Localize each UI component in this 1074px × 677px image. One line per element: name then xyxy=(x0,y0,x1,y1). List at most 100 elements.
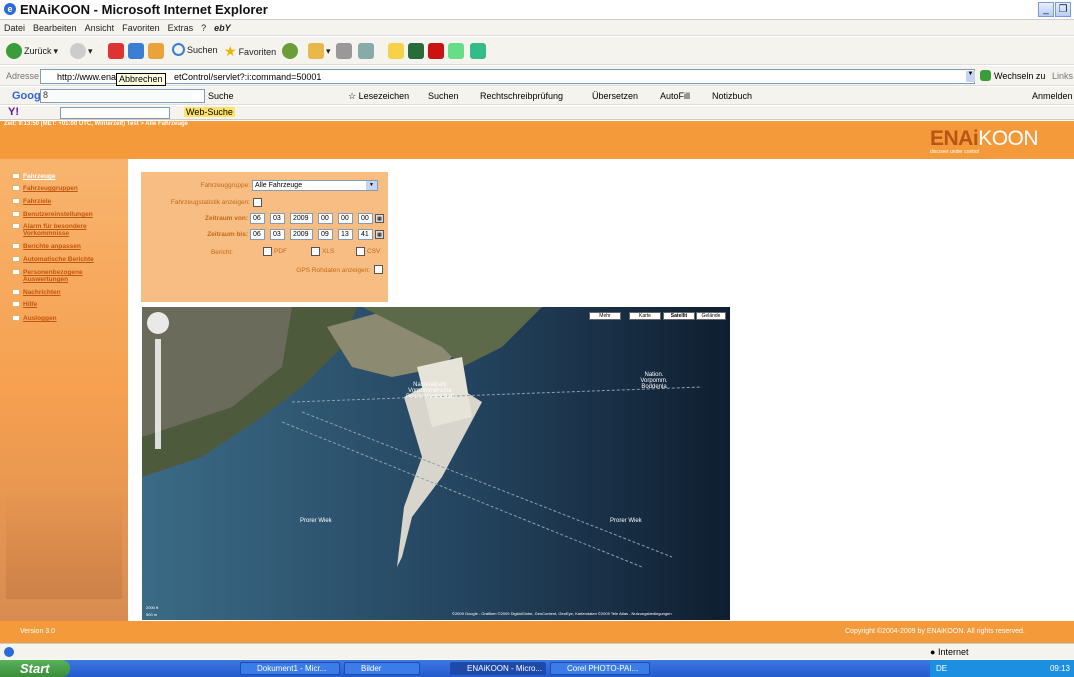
home-button[interactable] xyxy=(148,43,164,59)
pdf-label: PDF xyxy=(274,248,287,255)
to-second-input[interactable]: 41 xyxy=(358,229,373,240)
folder-icon xyxy=(12,173,20,179)
task-corel[interactable]: Corel PHOTO-PAI... xyxy=(550,662,650,675)
map-satellit-button[interactable]: Satellit xyxy=(663,312,695,320)
pdf-checkbox[interactable] xyxy=(263,247,272,256)
folder-icon xyxy=(12,198,20,204)
history-button[interactable] xyxy=(282,43,298,59)
start-button[interactable]: Start xyxy=(0,660,70,677)
from-second-input[interactable]: 00 xyxy=(358,213,373,224)
links-label[interactable]: Links xyxy=(1052,71,1073,81)
map-gelande-button[interactable]: Gelände xyxy=(696,312,726,320)
go-button[interactable]: Wechseln zu xyxy=(980,70,1045,81)
back-button[interactable]: Zurück ▾ xyxy=(6,43,58,59)
gps-checkbox[interactable] xyxy=(374,265,383,274)
google-search-button[interactable]: Suche xyxy=(208,91,234,101)
to-calendar-icon[interactable]: ▦ xyxy=(375,230,384,239)
google-search-input[interactable]: 8 xyxy=(40,89,205,103)
task-enaikoon[interactable]: ENAiKOON - Micro... xyxy=(450,662,546,675)
mail-button[interactable]: ▾ xyxy=(308,43,331,59)
gps-label: GPS Rohdaten anzeigen: xyxy=(296,267,370,274)
websearch-button[interactable]: Web-Suche xyxy=(184,107,235,117)
address-dropdown-button[interactable]: ▼ xyxy=(966,71,975,82)
toolbar: Zurück ▾ ▾ Suchen ★ Favoriten ▾ xyxy=(0,37,1074,65)
sidebar-item-personenbezogene[interactable]: Personenbezogene Auswertungen xyxy=(12,269,102,283)
to-month-input[interactable]: 03 xyxy=(270,229,285,240)
favorites-button[interactable]: ★ Favoriten xyxy=(224,43,276,60)
people-icon xyxy=(470,43,486,59)
printer-icon xyxy=(336,43,352,59)
menu-datei[interactable]: Datei xyxy=(0,20,29,33)
menu-favoriten[interactable]: Favoriten xyxy=(118,20,164,33)
pdf-button[interactable] xyxy=(428,43,444,59)
stats-checkbox[interactable] xyxy=(253,198,262,207)
from-day-input[interactable]: 06 xyxy=(250,213,265,224)
sidebar-item-fahrzeuge[interactable]: Fahrzeuge xyxy=(12,173,56,180)
from-calendar-icon[interactable]: ▦ xyxy=(375,214,384,223)
satellite-map[interactable]: Mehr Karte Satellit Gelände Nationalpark… xyxy=(142,307,730,620)
timestamp-breadcrumb: Zeit: 9:13:50 (MET: +01:00 UTC, Winterze… xyxy=(4,121,188,127)
csv-checkbox[interactable] xyxy=(356,247,365,256)
map-more-button[interactable]: Mehr xyxy=(589,312,621,320)
bookmarks-button[interactable]: ☆ Lesezeichen xyxy=(348,91,409,102)
sidebar-item-fahrzeuggruppen[interactable]: Fahrzeuggruppen xyxy=(12,185,78,192)
group-select[interactable]: Alle Fahrzeuge ▼ xyxy=(252,180,378,191)
yahoo-toolbar: Y! Web-Suche xyxy=(0,106,1074,120)
to-hour-input[interactable]: 09 xyxy=(318,229,333,240)
refresh-icon xyxy=(128,43,144,59)
sidebar-item-alarm[interactable]: Alarm für besondere Vorkommnisse xyxy=(12,223,112,237)
notes-toolbar-button[interactable] xyxy=(388,43,404,59)
zoom-slider[interactable] xyxy=(155,339,161,449)
to-label: Zeitraum bis: xyxy=(207,231,248,238)
from-minute-input[interactable]: 00 xyxy=(338,213,353,224)
task-dokument1[interactable]: Dokument1 - Micr... xyxy=(240,662,340,675)
system-tray: DE 09:13 xyxy=(930,660,1074,677)
pdf-icon xyxy=(428,43,444,59)
xls-checkbox[interactable] xyxy=(311,247,320,256)
go-arrow-icon xyxy=(980,70,991,81)
sidebar-item-automatische-berichte[interactable]: Automatische Berichte xyxy=(12,256,94,263)
messenger-button[interactable] xyxy=(448,43,464,59)
spellcheck-button[interactable]: Rechtschreibprüfung xyxy=(480,91,563,101)
google-search2-button[interactable]: Suchen xyxy=(428,91,459,101)
sidebar-item-hilfe[interactable]: Hilfe xyxy=(12,301,37,308)
menu-extras[interactable]: Extras xyxy=(164,20,198,33)
minimize-button[interactable]: _ xyxy=(1038,2,1054,17)
from-hour-input[interactable]: 00 xyxy=(318,213,333,224)
menu-ansicht[interactable]: Ansicht xyxy=(81,20,119,33)
maximize-button[interactable]: ❐ xyxy=(1055,2,1071,17)
to-year-input[interactable]: 2009 xyxy=(290,229,313,240)
notebook-button[interactable]: Notizbuch xyxy=(712,91,752,101)
menu-bearbeiten[interactable]: Bearbeiten xyxy=(29,20,81,33)
refresh-button[interactable] xyxy=(128,43,144,59)
sidebar-item-ausloggen[interactable]: Ausloggen xyxy=(12,315,57,322)
edit-button[interactable] xyxy=(358,43,374,59)
address-input[interactable]: http://www.ena etControl/servlet?:i:comma… xyxy=(40,69,975,84)
language-indicator[interactable]: DE xyxy=(936,664,947,673)
signin-button[interactable]: Anmelden xyxy=(1032,91,1073,101)
sidebar-item-benutzereinstellungen[interactable]: Benutzereinstellungen xyxy=(12,211,93,218)
to-day-input[interactable]: 06 xyxy=(250,229,265,240)
yahoo-search-input[interactable] xyxy=(60,107,170,119)
kaspersky-button[interactable] xyxy=(408,43,424,59)
from-month-input[interactable]: 03 xyxy=(270,213,285,224)
people-button[interactable] xyxy=(470,43,486,59)
sidebar-item-berichte-anpassen[interactable]: Berichte anpassen xyxy=(12,243,81,250)
task-bilder[interactable]: Bilder xyxy=(344,662,420,675)
forward-button[interactable]: ▾ xyxy=(70,43,93,59)
search-button[interactable]: Suchen xyxy=(172,43,218,56)
map-karte-button[interactable]: Karte xyxy=(629,312,661,320)
translate-button[interactable]: Übersetzen xyxy=(592,91,638,101)
pan-control[interactable] xyxy=(147,312,169,334)
taskbar: Start Dokument1 - Micr... Bilder ENAiKOO… xyxy=(0,660,1074,677)
k-icon xyxy=(408,43,424,59)
sidebar-item-fahrziele[interactable]: Fahrziele xyxy=(12,198,51,205)
to-minute-input[interactable]: 13 xyxy=(338,229,353,240)
autofill-button[interactable]: AutoFill xyxy=(660,91,690,101)
print-button[interactable] xyxy=(336,43,352,59)
sidebar-item-nachrichten[interactable]: Nachrichten xyxy=(12,289,61,296)
from-year-input[interactable]: 2009 xyxy=(290,213,313,224)
stop-button[interactable] xyxy=(108,43,124,59)
ebay-icon[interactable]: ebY xyxy=(210,20,235,33)
menu-help[interactable]: ? xyxy=(197,20,210,33)
